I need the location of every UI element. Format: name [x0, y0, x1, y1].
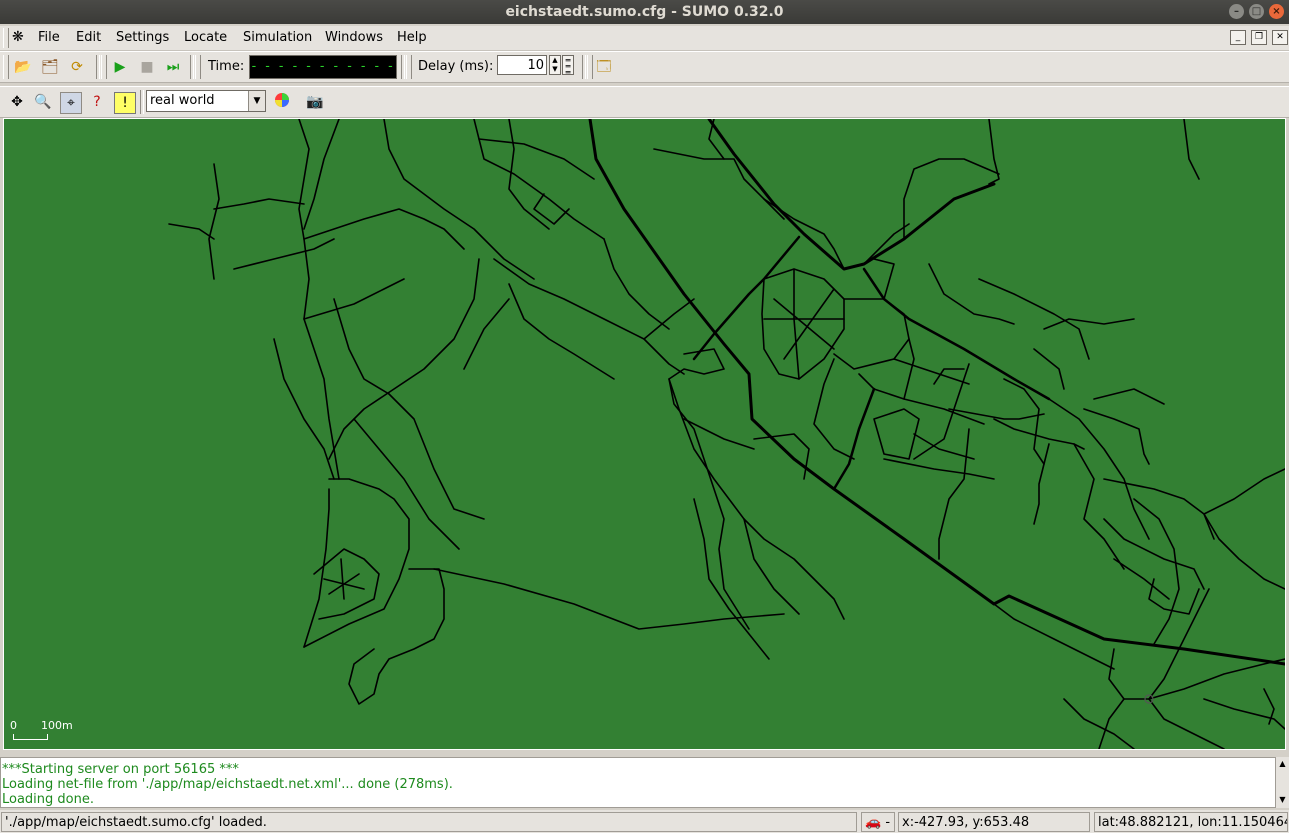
log-line: Loading done. — [2, 792, 94, 807]
stop-icon[interactable]: ■ — [137, 57, 157, 77]
time-display: - - - - - - - - - - - - - - - - - — [249, 55, 397, 79]
view-toolbar: ✥ 🔍 ⌖ ? ! real world ▼ 📷 — [0, 86, 1289, 118]
toolbar-grip[interactable] — [195, 55, 201, 79]
menu-edit[interactable]: Edit — [76, 30, 101, 45]
new-view-icon[interactable]: 🗔 — [594, 57, 614, 77]
menu-windows[interactable]: Windows — [325, 30, 383, 45]
message-log: ***Starting server on port 56165 *** Loa… — [0, 757, 1276, 808]
delay-stepper[interactable]: ▲ ▼ — [549, 55, 561, 75]
step-icon[interactable]: ⏭ — [163, 57, 183, 77]
toolbar-grip[interactable] — [587, 55, 593, 79]
network-view-canvas[interactable]: 0 100m — [3, 118, 1286, 750]
window-titlebar: eichstaedt.sumo.cfg - SUMO 0.32.0 – □ × — [0, 0, 1289, 24]
road-network-map — [168, 119, 1285, 749]
status-message: './app/map/eichstaedt.sumo.cfg' loaded. — [1, 812, 857, 832]
zoom-icon[interactable]: 🔍 — [33, 92, 53, 112]
close-icon[interactable]: × — [1269, 4, 1284, 19]
color-scheme-select[interactable]: real world ▼ — [146, 90, 266, 112]
vehicle-count: - — [885, 815, 891, 830]
sumo-app-icon[interactable]: ❋ — [12, 29, 28, 45]
scale-zero-label: 0 — [10, 719, 17, 732]
delay-slider-icon[interactable]: ═ ═ ═ — [562, 55, 574, 77]
delay-label: Delay (ms): — [418, 59, 494, 74]
simulation-toolbar: 📂 🗂 ⟳ ▶ ■ ⏭ Time: - - - - - - - - - - - … — [0, 51, 1289, 83]
open-network-icon[interactable]: 🗂 — [40, 57, 60, 77]
screenshot-camera-icon[interactable]: 📷 — [305, 92, 325, 112]
toolbar-separator — [96, 55, 100, 79]
run-icon[interactable]: ▶ — [110, 57, 130, 77]
edit-coloring-icon[interactable]: ! — [114, 92, 136, 114]
menu-bar: ❋ File Edit Settings Locate Simulation W… — [0, 26, 1289, 51]
log-line: ***Starting server on port 56165 *** — [2, 762, 239, 777]
status-bar: './app/map/eichstaedt.sumo.cfg' loaded. … — [0, 810, 1289, 833]
open-folder-icon[interactable]: 📂 — [13, 57, 33, 77]
minimize-icon[interactable]: – — [1229, 4, 1244, 19]
mdi-minimize-icon[interactable]: _ — [1230, 30, 1246, 45]
log-line: Loading net-file from './app/map/eichsta… — [2, 777, 453, 792]
chevron-down-icon[interactable]: ▼ — [248, 91, 265, 111]
cursor-latlon: lat:48.882121, lon:11.150464 — [1094, 812, 1288, 832]
menu-locate[interactable]: Locate — [184, 30, 227, 45]
toolbar-separator — [140, 90, 144, 114]
toolbar-separator — [190, 55, 194, 79]
reload-icon[interactable]: ⟳ — [67, 57, 87, 77]
show-tooltips-icon[interactable]: ? — [87, 92, 107, 112]
menu-grip[interactable] — [3, 28, 9, 48]
mdi-close-icon[interactable]: ✕ — [1272, 30, 1288, 45]
cursor-coordinates: x:-427.93, y:653.48 — [898, 812, 1090, 832]
scale-label: 100m — [41, 719, 73, 732]
menu-simulation[interactable]: Simulation — [243, 30, 312, 45]
car-icon: 🚗 — [865, 815, 882, 830]
time-label: Time: — [208, 59, 245, 74]
window-title: eichstaedt.sumo.cfg - SUMO 0.32.0 — [505, 4, 784, 20]
log-scrollbar[interactable]: ▲ ▼ — [1276, 757, 1289, 808]
delay-input[interactable]: 10 — [497, 55, 547, 75]
recenter-view-icon[interactable]: ✥ — [7, 92, 27, 112]
menu-help[interactable]: Help — [397, 30, 427, 45]
edit-visualization-icon[interactable] — [272, 92, 292, 112]
scroll-down-icon[interactable]: ▼ — [1277, 794, 1288, 806]
mdi-restore-icon[interactable]: ❐ — [1251, 30, 1267, 45]
scale-bar — [13, 734, 48, 740]
toolbar-grip[interactable] — [406, 55, 412, 79]
menu-file[interactable]: File — [38, 30, 60, 45]
toolbar-grip[interactable] — [3, 55, 9, 79]
scroll-up-icon[interactable]: ▲ — [1277, 758, 1288, 770]
toolbar-separator — [401, 55, 405, 79]
color-scheme-value: real world — [150, 93, 215, 108]
maximize-icon[interactable]: □ — [1249, 4, 1264, 19]
toolbar-grip[interactable] — [101, 55, 107, 79]
vehicle-indicator: 🚗 - — [861, 812, 895, 832]
toolbar-separator — [582, 55, 586, 79]
menu-settings[interactable]: Settings — [116, 30, 169, 45]
locate-icon[interactable]: ⌖ — [60, 92, 82, 114]
